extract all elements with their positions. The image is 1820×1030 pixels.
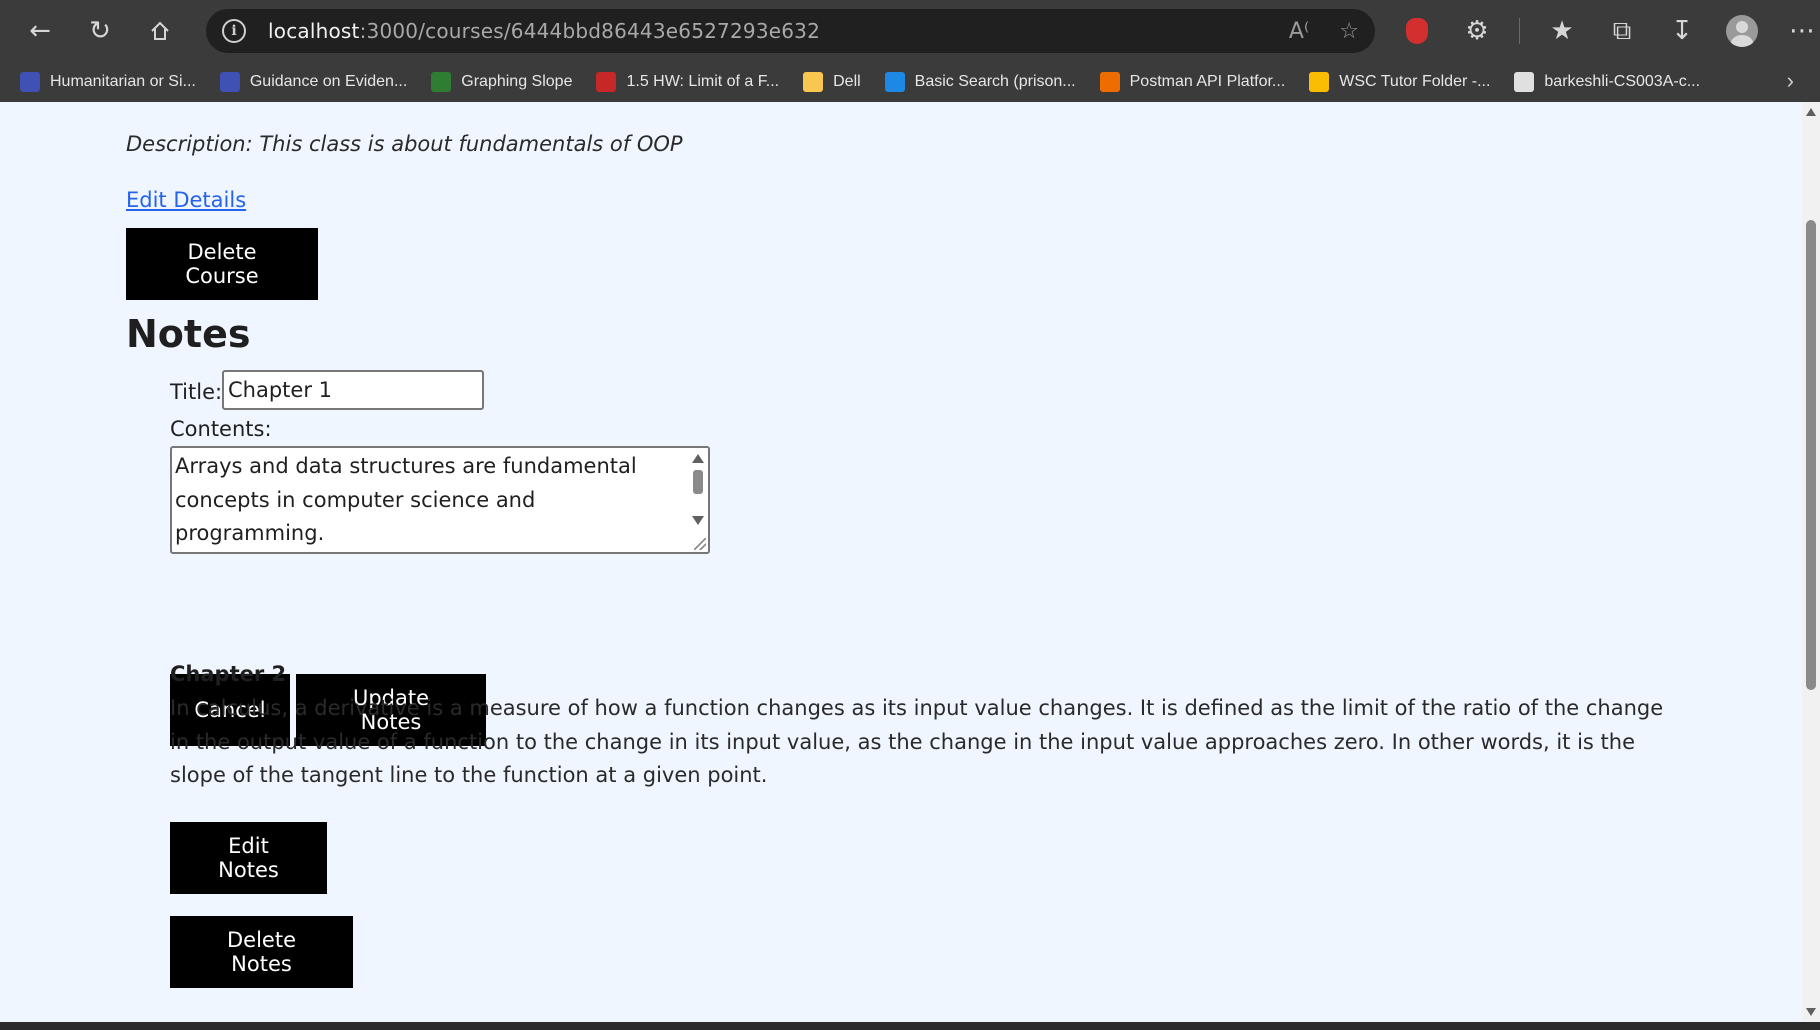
bookmark-label: Humanitarian or Si... [50,73,196,90]
bookmark-label: 1.5 HW: Limit of a F... [626,73,780,90]
bookmark-favicon-icon [1309,72,1330,92]
resize-handle-icon[interactable] [694,538,706,550]
scroll-up-icon[interactable] [692,454,704,463]
bookmark-favicon-icon [20,72,40,92]
add-favorite-icon[interactable]: ☆ [1339,19,1359,44]
page-scrollbar[interactable] [1802,102,1820,1022]
page-scroll-up-icon[interactable] [1806,108,1816,116]
bookmark-label: Guidance on Eviden... [249,73,408,90]
contents-textarea[interactable]: Arrays and data structures are fundament… [170,446,710,554]
page-scroll-down-icon[interactable] [1806,1008,1816,1016]
url-text: localhost:3000/courses/6444bbd86443e6527… [268,19,821,43]
bookmark-label: Postman API Platfor... [1129,73,1286,90]
contents-label: Contents: [170,417,272,441]
read-aloud-icon[interactable]: A⁽ [1289,19,1309,44]
edit-notes-button[interactable]: Edit Notes [170,822,327,894]
page-scroll-thumb[interactable] [1806,220,1816,690]
window-bottom-edge [0,1022,1820,1030]
bookmark-item[interactable]: Graphing Slope [431,72,572,92]
bookmark-label: WSC Tutor Folder -... [1339,73,1491,90]
bookmark-label: Dell [833,73,861,90]
site-info-icon[interactable]: i [222,19,246,43]
toolbar-divider [1519,18,1520,44]
bookmark-favicon-icon [1514,72,1535,92]
favorites-icon[interactable]: ★ [1544,9,1580,53]
profile-avatar-icon[interactable] [1724,9,1760,53]
notes-heading: Notes [126,312,251,356]
extensions-puzzle-icon[interactable]: ⚙ [1459,9,1495,53]
downloads-icon[interactable]: ↧ [1664,9,1700,53]
bookmark-item[interactable]: Guidance on Eviden... [219,72,408,92]
back-arrow-icon[interactable]: ← [18,9,62,53]
bookmark-label: Graphing Slope [461,73,573,90]
reload-icon[interactable]: ↻ [78,9,122,53]
home-icon[interactable] [138,9,182,53]
bookmark-favicon-icon [884,72,905,92]
bookmark-favicon-icon [596,72,617,92]
contents-text[interactable]: Arrays and data structures are fundament… [175,450,685,552]
collections-icon[interactable]: ⧉ [1604,9,1640,53]
bookmark-favicon-icon [219,72,240,92]
bookmark-favicon-icon [803,72,824,92]
bookmark-label: barkeshli-CS003A-c... [1544,73,1701,90]
delete-notes-button[interactable]: Delete Notes [170,916,353,988]
address-bar[interactable]: i localhost:3000/courses/6444bbd86443e65… [206,9,1375,53]
delete-course-button[interactable]: Delete Course [126,228,318,300]
more-menu-icon[interactable]: ⋯ [1784,9,1820,53]
bookmark-item[interactable]: Postman API Platfor... [1099,72,1286,92]
bookmarks-bar: Humanitarian or Si... Guidance on Eviden.… [0,62,1820,102]
bookmark-item[interactable]: Basic Search (prison... [884,72,1076,92]
nav-buttons: ← ↻ [18,9,182,53]
note-item: Chapter 2 In calculus, a derivative is a… [170,662,1730,793]
bookmarks-overflow-icon[interactable]: › [1787,68,1794,94]
extension-red-icon[interactable] [1399,9,1435,53]
page-viewport: Description: This class is about fundame… [0,102,1820,1022]
bookmark-favicon-icon [1099,72,1120,92]
bookmark-favicon-icon [431,72,452,92]
title-label: Title: [170,380,223,404]
scroll-thumb[interactable] [693,470,703,494]
bookmark-label: Basic Search (prison... [914,73,1076,90]
bookmark-item[interactable]: WSC Tutor Folder -... [1309,72,1490,92]
note-title: Chapter 2 [170,662,287,686]
note-text: In calculus, a derivative is a measure o… [170,696,1664,787]
bookmark-item[interactable]: Humanitarian or Si... [20,72,196,92]
edit-details-link[interactable]: Edit Details [126,188,246,212]
title-input[interactable] [222,370,484,410]
bookmark-item[interactable]: barkeshli-CS003A-c... [1514,72,1700,92]
scroll-down-icon[interactable] [692,516,704,525]
bookmark-item[interactable]: Dell [803,72,861,92]
textarea-scrollbar[interactable] [688,448,708,552]
course-description: Description: This class is about fundame… [126,132,683,156]
browser-toolbar: ← ↻ i localhost:3000/courses/6444bbd8644… [0,0,1820,62]
bookmark-item[interactable]: 1.5 HW: Limit of a F... [596,72,779,92]
